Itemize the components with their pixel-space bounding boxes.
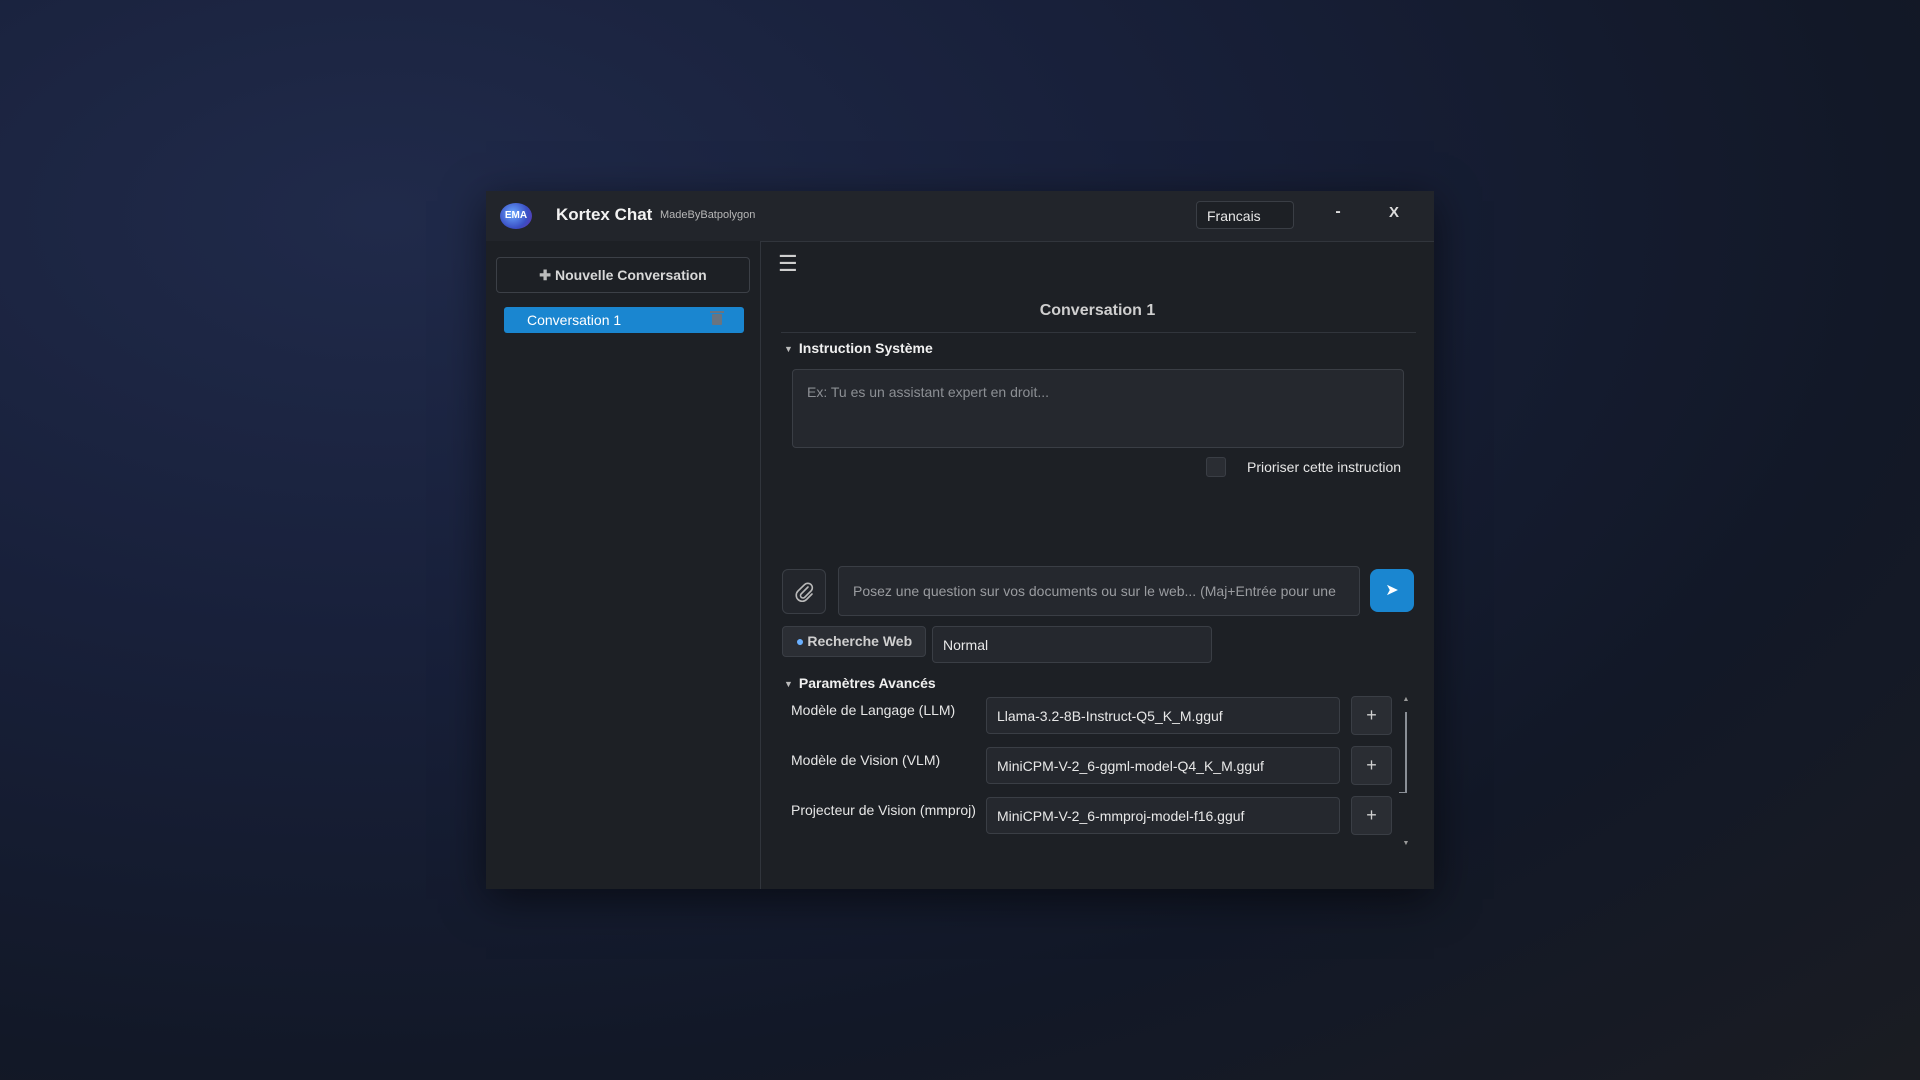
advanced-params-header[interactable]: ▼ Paramètres Avancés	[784, 675, 936, 691]
author-label: MadeByBatpolygon	[660, 209, 756, 221]
llm-model-field[interactable]: Llama-3.2-8B-Instruct-Q5_K_M.gguf	[986, 697, 1340, 734]
divider	[781, 332, 1416, 333]
app-logo: EMA	[500, 203, 532, 229]
llm-label: Modèle de Langage (LLM)	[791, 702, 956, 718]
web-search-button[interactable]: ● Recherche Web	[782, 626, 926, 657]
app-title: Kortex Chat	[556, 205, 653, 224]
prioritize-checkbox[interactable]	[1206, 457, 1226, 477]
vlm-label: Modèle de Vision (VLM)	[791, 752, 941, 768]
prioritize-label: Prioriser cette instruction	[1247, 459, 1402, 475]
llm-add-button[interactable]: +	[1351, 696, 1392, 735]
paperclip-icon[interactable]	[782, 569, 826, 614]
sidebar-item-conversation-1[interactable]: Conversation 1	[504, 307, 744, 333]
vlm-add-button[interactable]: +	[1351, 746, 1392, 785]
menu-icon[interactable]: ☰	[778, 253, 798, 275]
close-button[interactable]: X	[1384, 204, 1404, 228]
trash-icon[interactable]	[710, 311, 724, 325]
chevron-down-icon: ▼	[784, 679, 793, 690]
paperclip-glyph	[795, 582, 814, 602]
scrollbar-thumb[interactable]	[1405, 712, 1407, 792]
send-icon: ➤	[1385, 582, 1399, 599]
web-search-label: Recherche Web	[807, 633, 913, 649]
conversation-label: Conversation 1	[527, 312, 622, 328]
new-conversation-button[interactable]: ✚ Nouvelle Conversation	[496, 257, 750, 293]
globe-icon: ●	[795, 633, 805, 649]
plus-icon: ✚	[539, 267, 552, 283]
vlm-model-field[interactable]: MiniCPM-V-2_6-ggml-model-Q4_K_M.gguf	[986, 747, 1340, 784]
minimize-button[interactable]: -	[1324, 203, 1352, 227]
question-input[interactable]: Posez une question sur vos documents ou …	[838, 566, 1360, 616]
scroll-down-icon[interactable]: ▼	[1402, 840, 1410, 848]
main-panel: ☰ Conversation 1 ▼ Instruction Système Ex…	[761, 241, 1434, 889]
mmproj-label: Projecteur de Vision (mmproj)	[791, 802, 976, 818]
system-instruction-title: Instruction Système	[798, 340, 933, 356]
advanced-params-title: Paramètres Avancés	[798, 675, 936, 691]
title-bar[interactable]: EMA Kortex Chat MadeByBatpolygon Francai…	[486, 191, 1434, 242]
new-conversation-label: Nouvelle Conversation	[555, 267, 707, 283]
chevron-down-icon: ▼	[784, 344, 793, 355]
system-instruction-input[interactable]: Ex: Tu es un assistant expert en droit..…	[792, 369, 1404, 448]
mmproj-model-field[interactable]: MiniCPM-V-2_6-mmproj-model-f16.gguf	[986, 797, 1340, 834]
scrollbar-thumb-end	[1399, 792, 1407, 793]
sidebar: ✚ Nouvelle Conversation Conversation 1	[486, 241, 761, 889]
scroll-up-icon[interactable]: ▲	[1402, 696, 1410, 704]
conversation-title: Conversation 1	[1039, 302, 1156, 319]
app-window: EMA Kortex Chat MadeByBatpolygon Francai…	[486, 191, 1434, 889]
mmproj-add-button[interactable]: +	[1351, 796, 1392, 835]
mode-select[interactable]: Normal	[932, 626, 1212, 663]
send-button[interactable]: ➤	[1370, 569, 1414, 612]
language-select[interactable]: Francais	[1196, 201, 1294, 229]
system-instruction-header[interactable]: ▼ Instruction Système	[784, 340, 933, 356]
params-scrollbar[interactable]: ▲ ▼	[1399, 696, 1410, 848]
